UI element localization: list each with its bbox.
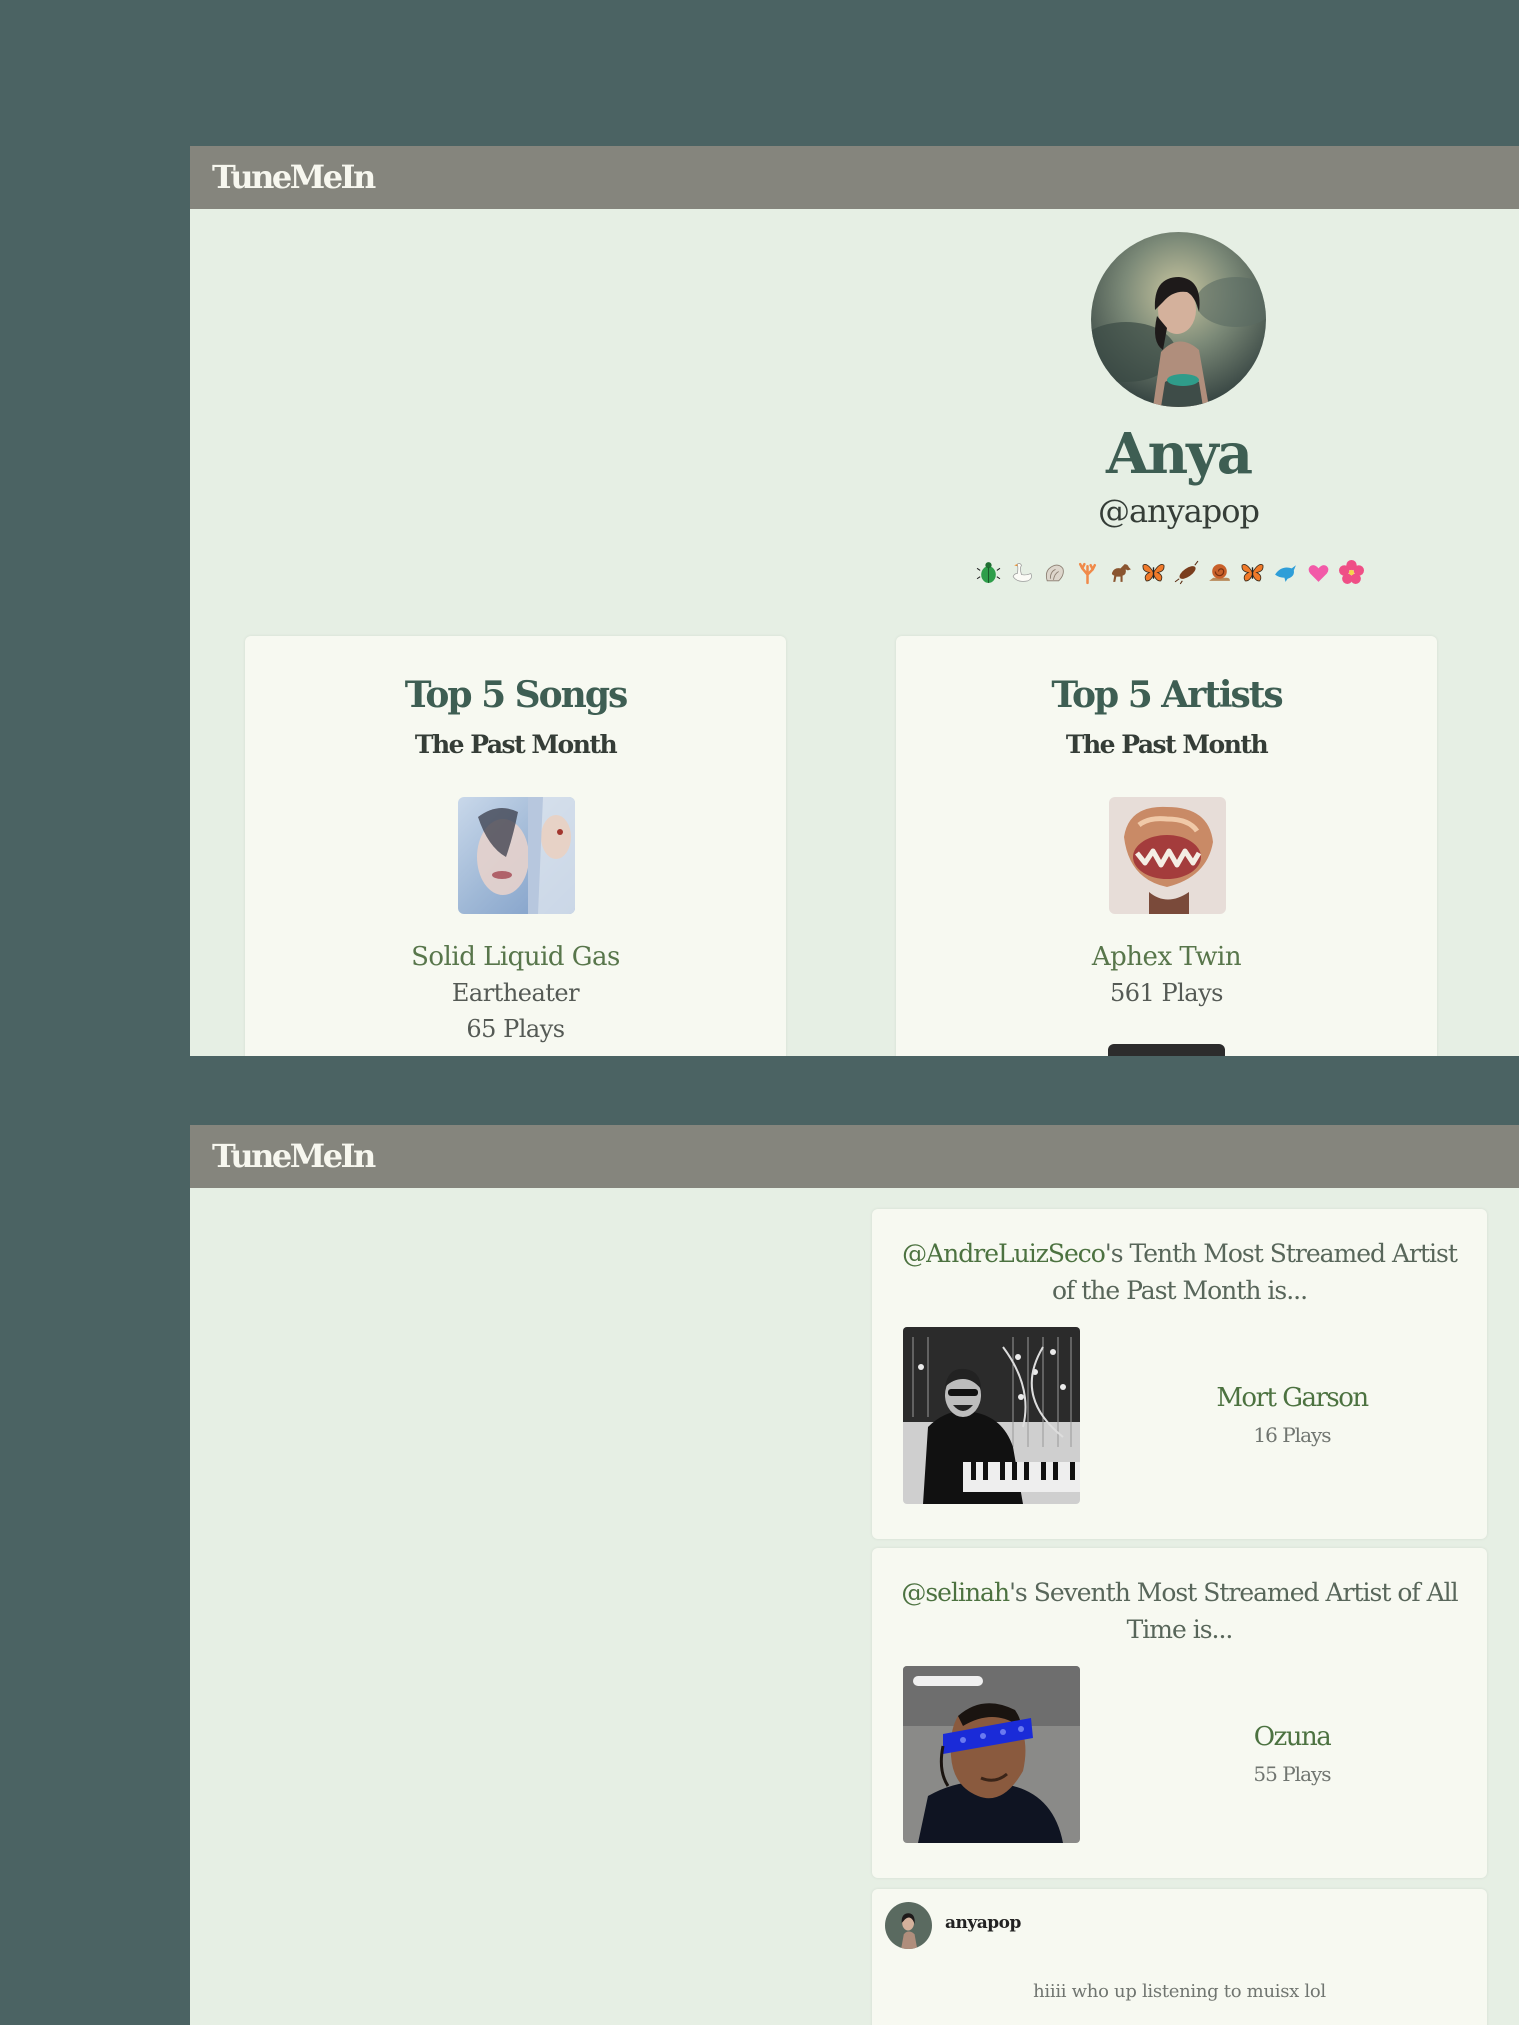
feed-artist-plays: 55 Plays [1253,1762,1331,1786]
hibiscus-icon [1339,559,1364,585]
horse-icon [1108,560,1133,585]
top-artists-subtitle: The Past Month [1065,730,1269,759]
app-logo[interactable]: TuneMeIn [212,1137,376,1175]
feed-title-text: 's Seventh Most Streamed Artist of All T… [1009,1578,1459,1644]
butterfly-icon [1240,560,1265,585]
feed-artist-name[interactable]: Ozuna [1192,1722,1392,1752]
shell-icon [1042,560,1067,585]
profile-name: Anya [1106,421,1253,487]
artist-name[interactable]: Aphex Twin [896,942,1437,972]
profile-handle: @anyapop [1097,492,1260,530]
post-text: hiiii who up listening to muisx lol [1033,1981,1326,2002]
top-songs-title: Top 5 Songs [404,674,629,716]
pink-heart-icon [1306,560,1331,585]
feed-title-text: 's Tenth Most Streamed Artist of the Pas… [1051,1239,1458,1305]
profile-screen: TuneMeIn Anya @anyapop Top 5 Songs The P… [190,146,1519,1056]
app-logo[interactable]: TuneMeIn [212,158,376,196]
beetle-icon [976,560,1001,585]
page: { "app": { "logo": "TuneMeIn" }, "profil… [0,0,1519,2025]
profile-emoji-row [976,558,1376,586]
swan-icon [1009,560,1034,585]
artist-next-image [1108,1044,1225,1056]
top-bar: TuneMeIn [190,1125,1519,1188]
top-artists-card: Top 5 Artists The Past Month Aphex Twin … [896,636,1437,1056]
butterfly-icon [1141,560,1166,585]
feed-card: @AndreLuizSeco's Tenth Most Streamed Art… [872,1209,1487,1539]
coral-icon [1075,560,1100,585]
feed-artist-name[interactable]: Mort Garson [1192,1383,1392,1413]
song-plays: 65 Plays [466,1015,565,1043]
post-avatar[interactable] [885,1902,932,1949]
feed-artist-plays: 16 Plays [1253,1423,1331,1447]
top-songs-card: Top 5 Songs The Past Month Solid Liquid … [245,636,786,1056]
artist-plays: 561 Plays [1110,979,1223,1007]
top-artists-title: Top 5 Artists [1051,674,1283,716]
feed-user-link[interactable]: @AndreLuizSeco [902,1239,1106,1268]
song-cover-image[interactable] [458,797,575,914]
top-songs-subtitle: The Past Month [414,730,618,759]
cockroach-icon [1174,560,1199,585]
top-bar: TuneMeIn [190,146,1519,209]
feed-card-title: @selinah's Seventh Most Streamed Artist … [892,1574,1467,1648]
feed-card: @selinah's Seventh Most Streamed Artist … [872,1548,1487,1878]
profile-avatar[interactable] [1091,232,1266,407]
artist-image[interactable] [1109,797,1226,914]
dolphin-icon [1273,560,1298,585]
post-username[interactable]: anyapop [945,1913,1021,1933]
feed-user-link[interactable]: @selinah [901,1578,1010,1607]
song-title[interactable]: Solid Liquid Gas [245,942,786,972]
feed-artist-image[interactable] [903,1666,1080,1843]
snail-icon [1207,560,1232,585]
feed-screen: TuneMeIn @AndreLuizSeco's Tenth Most Str… [190,1125,1519,2025]
feed-artist-image[interactable] [903,1327,1080,1504]
song-artist: Eartheater [451,979,580,1007]
feed-card-title: @AndreLuizSeco's Tenth Most Streamed Art… [892,1235,1467,1309]
post-card: anyapop hiiii who up listening to muisx … [872,1889,1487,2025]
